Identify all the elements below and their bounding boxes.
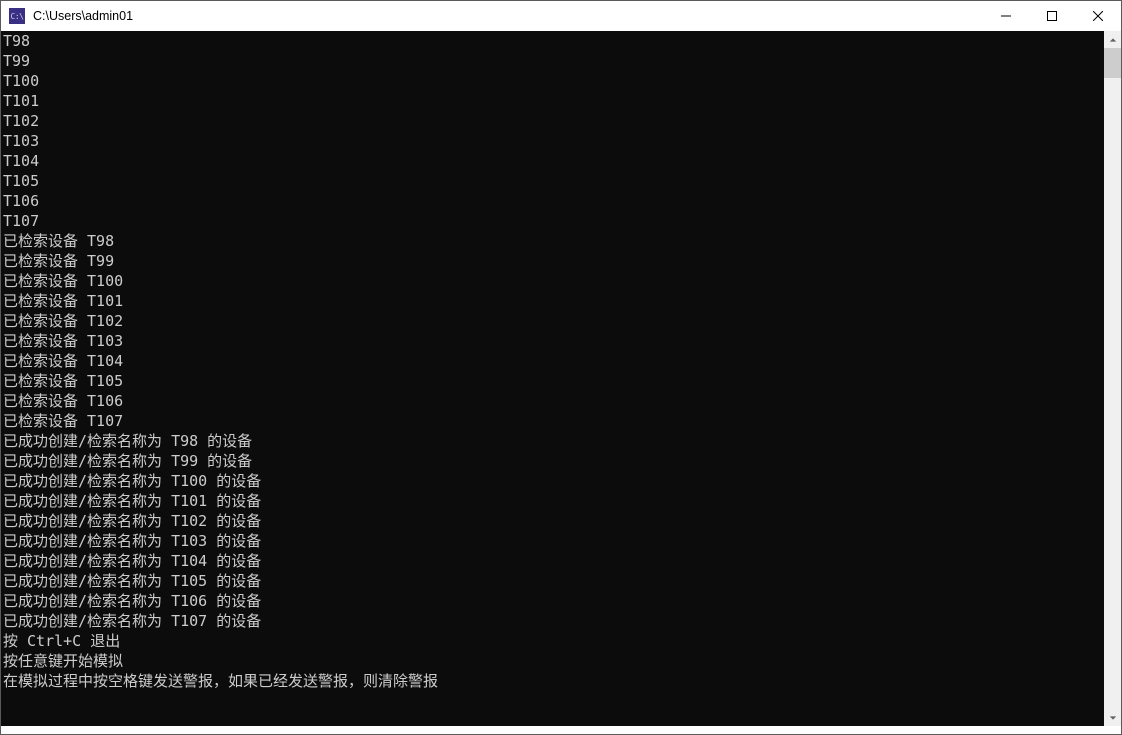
console-line: T102	[3, 111, 1104, 131]
console-line: 按 Ctrl+C 退出	[3, 631, 1104, 651]
maximize-icon	[1047, 11, 1057, 21]
console-output[interactable]: T98T99T100T101T102T103T104T105T106T107已检…	[1, 31, 1104, 726]
maximize-button[interactable]	[1029, 1, 1075, 31]
console-line: 已检索设备 T100	[3, 271, 1104, 291]
console-line	[3, 691, 1104, 711]
scroll-down-button[interactable]	[1104, 709, 1121, 726]
scroll-thumb[interactable]	[1104, 48, 1121, 78]
console-line: 已检索设备 T105	[3, 371, 1104, 391]
close-icon	[1093, 11, 1103, 21]
console-line: T99	[3, 51, 1104, 71]
console-line: T106	[3, 191, 1104, 211]
window-title: C:\Users\admin01	[31, 9, 983, 23]
app-icon-text: C:\	[11, 12, 24, 21]
console-line: 已检索设备 T99	[3, 251, 1104, 271]
console-line: 已检索设备 T103	[3, 331, 1104, 351]
title-bar[interactable]: C:\ C:\Users\admin01	[1, 1, 1121, 31]
window-controls	[983, 1, 1121, 31]
chevron-up-icon	[1109, 36, 1117, 44]
console-line: 按任意键开始模拟	[3, 651, 1104, 671]
console-line: T100	[3, 71, 1104, 91]
console-line: 已成功创建/检索名称为 T105 的设备	[3, 571, 1104, 591]
console-line: 已成功创建/检索名称为 T101 的设备	[3, 491, 1104, 511]
console-line: 已检索设备 T107	[3, 411, 1104, 431]
console-line: 已成功创建/检索名称为 T106 的设备	[3, 591, 1104, 611]
console-line: 已成功创建/检索名称为 T99 的设备	[3, 451, 1104, 471]
console-line: 已成功创建/检索名称为 T107 的设备	[3, 611, 1104, 631]
chevron-down-icon	[1109, 714, 1117, 722]
console-line: 已成功创建/检索名称为 T104 的设备	[3, 551, 1104, 571]
console-window: C:\ C:\Users\admin01 T98T99T100T101T102T…	[0, 0, 1122, 735]
console-line: 已成功创建/检索名称为 T102 的设备	[3, 511, 1104, 531]
console-line: T104	[3, 151, 1104, 171]
console-line: 已检索设备 T101	[3, 291, 1104, 311]
console-line: 已检索设备 T106	[3, 391, 1104, 411]
console-line: 已成功创建/检索名称为 T98 的设备	[3, 431, 1104, 451]
console-line: 已成功创建/检索名称为 T100 的设备	[3, 471, 1104, 491]
console-line: 在模拟过程中按空格键发送警报，如果已经发送警报，则清除警报	[3, 671, 1104, 691]
console-line: T107	[3, 211, 1104, 231]
close-button[interactable]	[1075, 1, 1121, 31]
console-line: T98	[3, 31, 1104, 51]
console-line: T103	[3, 131, 1104, 151]
scroll-track[interactable]	[1104, 48, 1121, 709]
console-line: 已成功创建/检索名称为 T103 的设备	[3, 531, 1104, 551]
window-bottom-border	[1, 726, 1121, 734]
vertical-scrollbar[interactable]	[1104, 31, 1121, 726]
scroll-up-button[interactable]	[1104, 31, 1121, 48]
console-line: 已检索设备 T98	[3, 231, 1104, 251]
console-line: 已检索设备 T102	[3, 311, 1104, 331]
console-line: 已检索设备 T104	[3, 351, 1104, 371]
console-line: T105	[3, 171, 1104, 191]
minimize-icon	[1001, 11, 1011, 21]
minimize-button[interactable]	[983, 1, 1029, 31]
console-line: T101	[3, 91, 1104, 111]
app-icon: C:\	[9, 8, 25, 24]
client-area: T98T99T100T101T102T103T104T105T106T107已检…	[1, 31, 1121, 726]
